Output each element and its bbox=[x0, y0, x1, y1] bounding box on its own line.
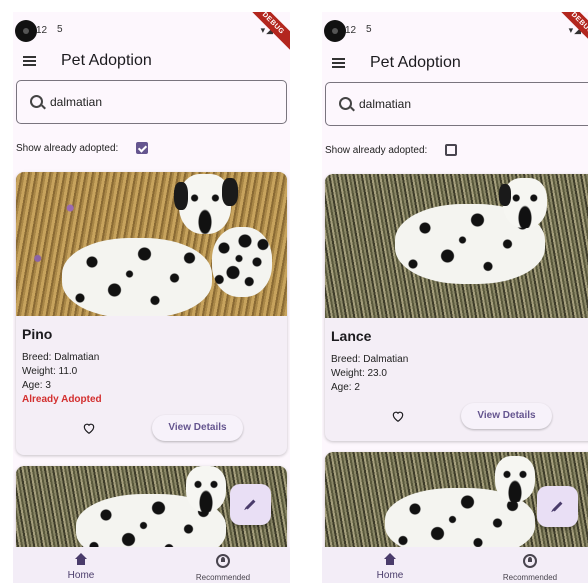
edit-fab[interactable] bbox=[537, 486, 578, 527]
recommended-icon bbox=[523, 554, 537, 568]
dog-ear bbox=[499, 184, 511, 206]
adopted-filter: Show already adopted: bbox=[325, 142, 585, 160]
status-bar: 12 5 ▾◢▮ DEBUG bbox=[13, 12, 290, 56]
camera-cutout bbox=[324, 20, 346, 42]
nav-home-label: Home bbox=[376, 570, 404, 581]
status-bar: 12 5 ▾◢▮ DEBUG bbox=[322, 12, 588, 56]
dog-chest bbox=[212, 227, 272, 297]
pet-name: Lance bbox=[331, 328, 372, 344]
adopted-filter: Show already adopted: bbox=[16, 140, 287, 158]
page-title: Pet Adoption bbox=[370, 54, 461, 71]
sim-icon: 5 bbox=[57, 24, 63, 35]
show-adopted-checkbox[interactable] bbox=[136, 142, 148, 154]
dog-head bbox=[186, 466, 226, 512]
nav-home[interactable]: Home bbox=[36, 552, 126, 581]
heart-icon[interactable] bbox=[82, 421, 96, 435]
pet-weight: Weight: 23.0 bbox=[331, 368, 387, 379]
home-icon bbox=[75, 553, 87, 565]
app-bar: Pet Adoption bbox=[13, 50, 290, 74]
adopted-status: Already Adopted bbox=[22, 394, 102, 405]
dog-ear bbox=[174, 182, 188, 210]
search-icon bbox=[339, 97, 352, 110]
heart-icon[interactable] bbox=[391, 409, 405, 423]
status-time: 12 bbox=[36, 25, 48, 36]
search-value[interactable]: dalmatian bbox=[359, 97, 411, 111]
phone-screen-right: 12 5 ▾◢▮ DEBUG Pet Adoption dalmatian Sh… bbox=[322, 12, 588, 583]
nav-recommended-label: Recommended bbox=[502, 573, 558, 582]
pet-breed: Breed: Dalmatian bbox=[331, 354, 409, 365]
sim-icon: 5 bbox=[366, 24, 372, 35]
pet-weight: Weight: 11.0 bbox=[22, 366, 78, 377]
menu-icon[interactable] bbox=[332, 58, 345, 68]
page-title: Pet Adoption bbox=[61, 52, 152, 69]
pet-photo bbox=[16, 172, 287, 316]
status-time: 12 bbox=[345, 25, 357, 36]
pet-breed: Breed: Dalmatian bbox=[22, 352, 100, 363]
search-icon bbox=[30, 95, 43, 108]
dog-ear bbox=[222, 178, 238, 206]
pet-age: Age: 3 bbox=[22, 380, 51, 391]
edit-icon bbox=[245, 499, 256, 510]
camera-cutout bbox=[15, 20, 37, 42]
view-details-button[interactable]: View Details bbox=[152, 415, 243, 441]
pet-card[interactable]: Lance Breed: Dalmatian Weight: 23.0 Age:… bbox=[325, 174, 588, 441]
bottom-nav: Home Recommended bbox=[13, 547, 290, 583]
filter-label: Show already adopted: bbox=[325, 145, 428, 156]
bottom-nav: Home Recommended bbox=[322, 547, 588, 583]
pet-age: Age: 2 bbox=[331, 382, 360, 393]
search-value[interactable]: dalmatian bbox=[50, 95, 102, 109]
pet-card[interactable]: Pino Breed: Dalmatian Weight: 11.0 Age: … bbox=[16, 172, 287, 455]
search-input[interactable]: dalmatian bbox=[16, 80, 287, 124]
pet-photo bbox=[325, 174, 588, 318]
search-input[interactable]: dalmatian bbox=[325, 82, 588, 126]
edit-fab[interactable] bbox=[230, 484, 271, 525]
phone-screen-left: 12 5 ▾◢▮ DEBUG Pet Adoption dalmatian Sh… bbox=[13, 12, 290, 583]
home-icon bbox=[384, 553, 396, 565]
pet-name: Pino bbox=[22, 326, 53, 342]
filter-label: Show already adopted: bbox=[16, 143, 119, 154]
view-details-button[interactable]: View Details bbox=[461, 403, 552, 429]
show-adopted-checkbox[interactable] bbox=[445, 144, 457, 156]
app-bar: Pet Adoption bbox=[322, 52, 588, 76]
nav-home-label: Home bbox=[67, 570, 95, 581]
dog-head bbox=[495, 456, 535, 502]
menu-icon[interactable] bbox=[23, 56, 36, 66]
nav-recommended-label: Recommended bbox=[195, 573, 251, 582]
nav-home[interactable]: Home bbox=[345, 552, 435, 581]
dog-body bbox=[62, 238, 212, 316]
nav-recommended[interactable]: Recommended bbox=[485, 552, 575, 582]
edit-icon bbox=[552, 501, 563, 512]
nav-recommended[interactable]: Recommended bbox=[178, 552, 268, 582]
recommended-icon bbox=[216, 554, 230, 568]
